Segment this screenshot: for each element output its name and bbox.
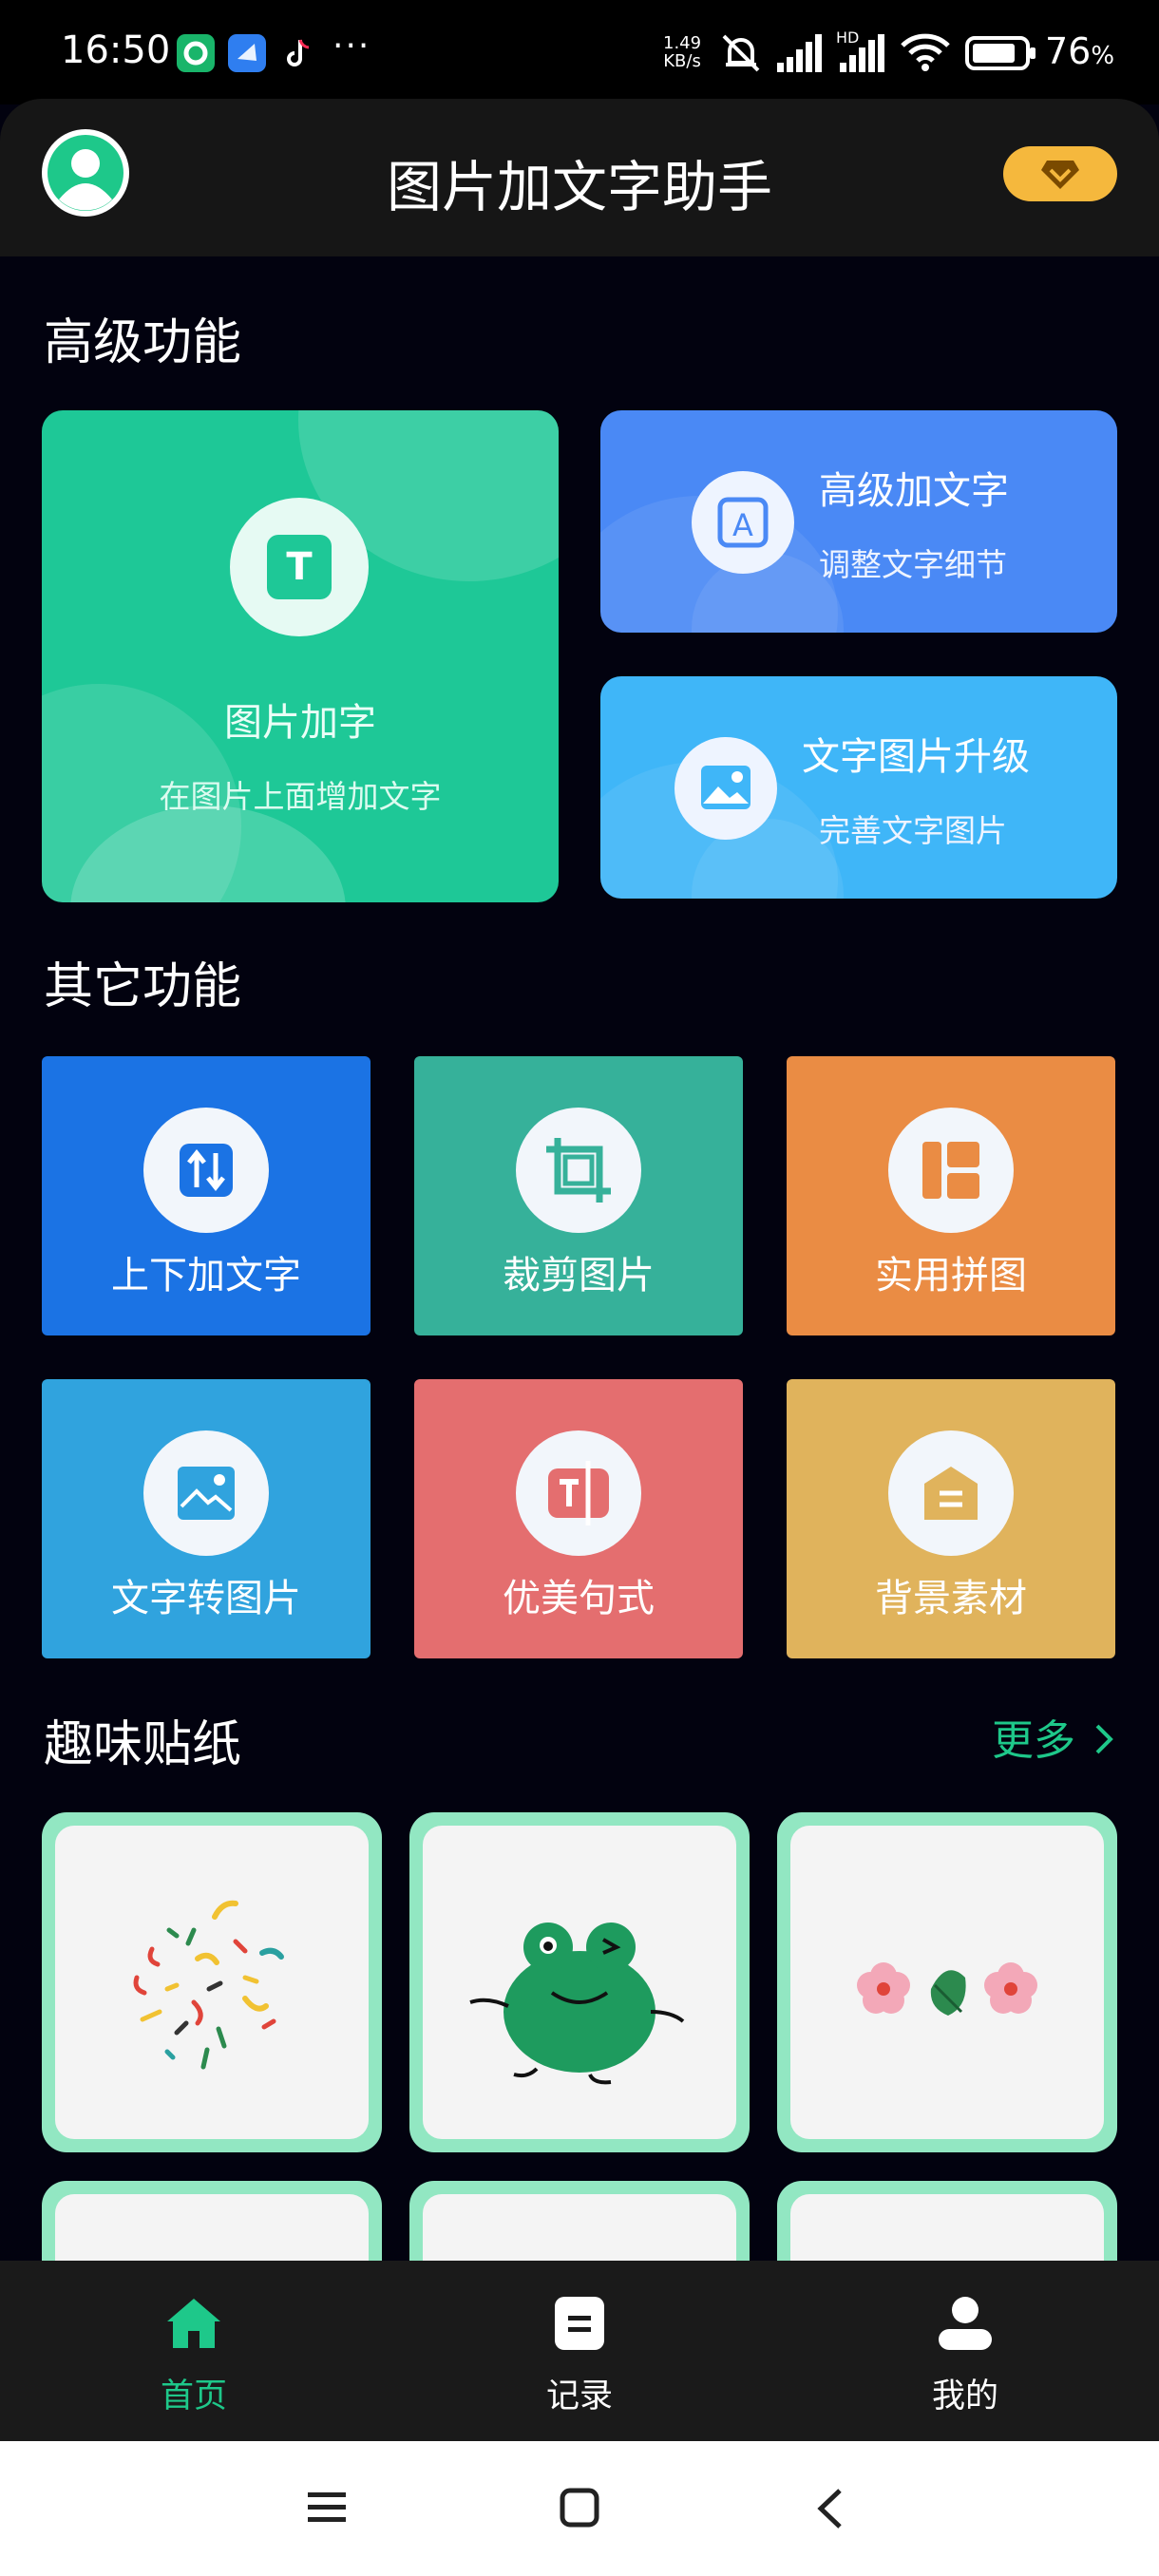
home-square-icon[interactable] — [559, 2487, 600, 2529]
confetti-sticker[interactable] — [42, 1812, 382, 2152]
app-notification-icon — [228, 34, 266, 72]
app-header: 图片加文字助手 — [0, 99, 1159, 256]
card-title: 高级加文字 — [819, 469, 1009, 513]
card-subtitle: 完善文字图片 — [819, 812, 1007, 849]
beautiful-sentences-tile[interactable]: 优美句式 — [414, 1379, 743, 1658]
text-box-icon — [516, 1430, 641, 1556]
section-title-advanced: 高级功能 — [44, 314, 242, 371]
bottom-navigation: 首页 记录 我的 — [0, 2261, 1159, 2441]
card-subtitle: 在图片上面增加文字 — [159, 778, 442, 815]
nav-home[interactable]: 首页 — [99, 2293, 289, 2426]
status-time: 16:50 — [61, 28, 171, 72]
frog-sticker[interactable] — [409, 1812, 750, 2152]
diamond-icon — [1041, 161, 1079, 189]
section-title-other: 其它功能 — [44, 958, 242, 1015]
network-speed: 1.49 KB/s — [663, 33, 702, 71]
battery-percent: 76% — [1045, 30, 1115, 72]
battery-icon — [965, 36, 1036, 70]
svg-text:T: T — [286, 545, 313, 589]
signal-hd-icon — [840, 34, 884, 72]
advanced-add-text-card[interactable]: A 高级加文字 调整文字细节 — [600, 410, 1117, 633]
swap-vertical-icon — [143, 1108, 269, 1233]
text-to-image-tile[interactable]: 文字转图片 — [42, 1379, 370, 1658]
system-navigation-bar — [0, 2441, 1159, 2576]
section-title-stickers: 趣味贴纸 — [44, 1716, 242, 1773]
collage-tile[interactable]: 实用拼图 — [787, 1056, 1115, 1335]
card-title: 文字图片升级 — [802, 735, 1030, 779]
image-icon — [674, 737, 777, 840]
page-title: 图片加文字助手 — [386, 155, 772, 219]
nav-label: 记录 — [545, 2377, 613, 2415]
crop-image-tile[interactable]: 裁剪图片 — [414, 1056, 743, 1335]
upgrade-text-image-card[interactable]: 文字图片升级 完善文字图片 — [600, 676, 1117, 899]
chevron-right-icon — [1095, 1724, 1113, 1754]
vip-button[interactable] — [1003, 146, 1117, 201]
home-icon — [167, 2299, 220, 2348]
wifi-icon — [901, 33, 950, 71]
more-notifications-icon: ··· — [332, 27, 371, 66]
crop-icon — [516, 1108, 641, 1233]
card-title: 图片加字 — [224, 701, 376, 745]
text-t-icon: T — [230, 498, 369, 636]
tile-label: 上下加文字 — [111, 1254, 301, 1297]
tile-label: 文字转图片 — [111, 1577, 301, 1620]
material-icon — [888, 1430, 1014, 1556]
card-subtitle: 调整文字细节 — [819, 546, 1007, 583]
tiktok-icon — [279, 34, 317, 72]
svg-text:A: A — [732, 507, 753, 543]
app-notification-icon — [177, 34, 215, 72]
mute-bell-icon — [722, 34, 760, 72]
status-bar: 16:50 ··· 1.49 KB/s HD 76% — [0, 0, 1159, 104]
collage-icon — [888, 1108, 1014, 1233]
tile-label: 裁剪图片 — [503, 1254, 655, 1297]
letter-a-icon: A — [692, 471, 794, 574]
record-icon — [555, 2297, 604, 2350]
signal-icon — [777, 34, 822, 72]
tile-label: 背景素材 — [875, 1577, 1027, 1620]
nav-records[interactable]: 记录 — [484, 2293, 674, 2426]
nav-label: 首页 — [160, 2377, 227, 2415]
more-stickers-link[interactable]: 更多 — [992, 1706, 1115, 1767]
nav-profile[interactable]: 我的 — [870, 2293, 1060, 2426]
tile-label: 实用拼图 — [875, 1254, 1027, 1297]
back-icon[interactable] — [815, 2487, 846, 2530]
profile-icon — [939, 2297, 992, 2350]
add-text-to-image-card[interactable]: T 图片加字 在图片上面增加文字 — [42, 410, 559, 902]
add-text-top-bottom-tile[interactable]: 上下加文字 — [42, 1056, 370, 1335]
picture-icon — [143, 1430, 269, 1556]
menu-icon[interactable] — [306, 2487, 348, 2529]
background-material-tile[interactable]: 背景素材 — [787, 1379, 1115, 1658]
flower-leaf-sticker[interactable] — [777, 1812, 1117, 2152]
nav-label: 我的 — [931, 2377, 998, 2415]
tile-label: 优美句式 — [503, 1577, 655, 1620]
